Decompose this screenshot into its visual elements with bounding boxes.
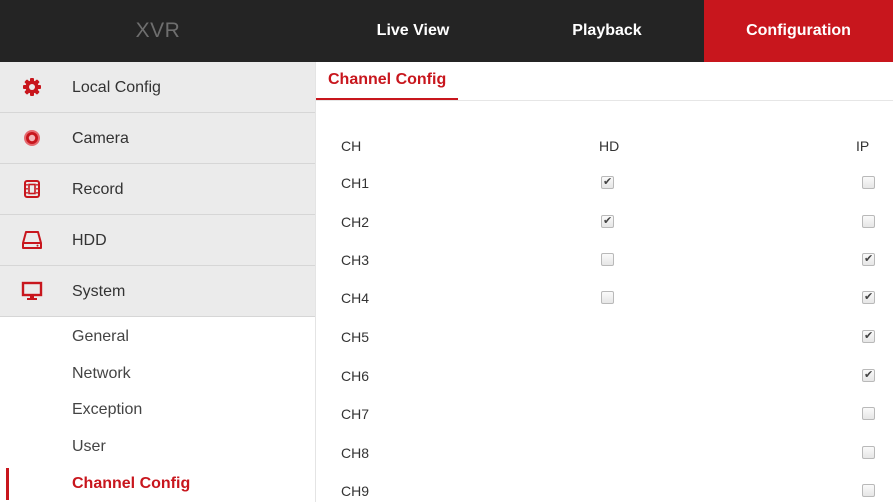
sidebar: Local Config Camera Record HDD System Ge… xyxy=(0,62,316,502)
hd-checkbox[interactable] xyxy=(601,214,614,228)
ip-checkbox[interactable] xyxy=(862,215,875,228)
tab-playback[interactable]: Playback xyxy=(510,0,704,62)
ip-checkbox[interactable] xyxy=(862,290,875,304)
channel-label: CH7 xyxy=(341,406,370,422)
submenu-item-channel-config[interactable]: Channel Config xyxy=(0,466,315,502)
submenu-item-label: Channel Config xyxy=(72,475,191,492)
ip-checkbox[interactable] xyxy=(862,329,875,343)
camera-icon xyxy=(20,126,44,150)
channel-label: CH3 xyxy=(341,252,370,268)
sidebar-item-label: Local Config xyxy=(72,79,161,96)
monitor-icon xyxy=(20,279,44,303)
submenu-item-label: Exception xyxy=(72,401,143,418)
column-header-ip: IP xyxy=(856,138,870,154)
ip-checkbox[interactable] xyxy=(862,407,875,420)
channel-label: CH6 xyxy=(341,368,370,384)
channel-label: CH5 xyxy=(341,329,370,345)
ip-checkbox[interactable] xyxy=(862,368,875,382)
sidebar-item-label: Camera xyxy=(72,130,129,147)
ip-checkbox[interactable] xyxy=(862,252,875,266)
brand-logo: XVR xyxy=(135,19,181,42)
gear-icon xyxy=(20,75,44,99)
channel-label: CH8 xyxy=(341,445,370,461)
sidebar-item-hdd[interactable]: HDD xyxy=(0,215,315,266)
content-tab-bar: Channel Config xyxy=(316,62,893,101)
channel-label: CH1 xyxy=(341,175,370,191)
submenu-item-user[interactable]: User xyxy=(0,429,315,465)
record-icon xyxy=(20,177,44,201)
sidebar-item-camera[interactable]: Camera xyxy=(0,113,315,164)
sidebar-item-record[interactable]: Record xyxy=(0,164,315,215)
tab-live-view[interactable]: Live View xyxy=(316,0,510,62)
submenu-item-general[interactable]: General xyxy=(0,319,315,355)
hdd-icon xyxy=(20,228,44,252)
channel-label: CH9 xyxy=(341,483,370,499)
hd-checkbox[interactable] xyxy=(601,291,614,304)
column-header-ch: CH xyxy=(341,138,362,154)
submenu-item-label: User xyxy=(72,438,106,455)
tab-channel-config[interactable]: Channel Config xyxy=(316,62,459,100)
sidebar-item-local-config[interactable]: Local Config xyxy=(0,62,315,113)
ip-checkbox[interactable] xyxy=(862,446,875,459)
channel-label: CH2 xyxy=(341,214,370,230)
column-header-hd: HD xyxy=(599,138,620,154)
sidebar-item-label: HDD xyxy=(72,232,107,249)
submenu-item-exception[interactable]: Exception xyxy=(0,392,315,428)
top-nav-bar: XVR Live View Playback Configuration xyxy=(0,0,893,62)
sidebar-item-label: Record xyxy=(72,181,124,198)
channel-label: CH4 xyxy=(341,290,370,306)
sidebar-item-system[interactable]: System xyxy=(0,266,315,317)
sidebar-item-label: System xyxy=(72,283,126,300)
tab-configuration[interactable]: Configuration xyxy=(704,0,893,62)
hd-checkbox[interactable] xyxy=(601,175,614,189)
submenu-item-network[interactable]: Network xyxy=(0,356,315,392)
ip-checkbox[interactable] xyxy=(862,484,875,497)
submenu-item-label: General xyxy=(72,328,129,345)
submenu-item-label: Network xyxy=(72,365,131,382)
ip-checkbox[interactable] xyxy=(862,176,875,189)
hd-checkbox[interactable] xyxy=(601,253,614,266)
